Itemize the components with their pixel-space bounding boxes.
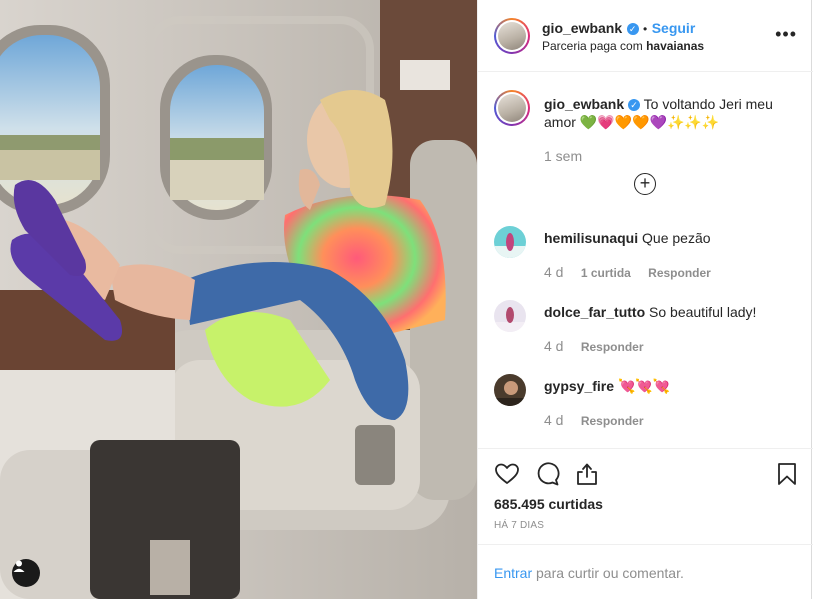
comment-item: hemilisunaqui Que pezão 4 d 1 curtida Re… [494, 226, 794, 286]
heart-icon[interactable] [494, 461, 520, 487]
comment-avatar[interactable] [494, 374, 526, 406]
share-icon[interactable] [574, 461, 600, 487]
reply-button[interactable]: Responder [581, 414, 644, 428]
partnership-prefix: Parceria paga com [542, 39, 643, 53]
caption-username[interactable]: gio_ewbank [544, 96, 624, 112]
comment-username[interactable]: gypsy_fire [544, 378, 614, 394]
caption-text: gio_ewbank ✓ To voltando Jeri meu amor 💚… [544, 95, 794, 131]
comment-meta: 4 d 1 curtida Responder [544, 264, 725, 280]
post-photo[interactable] [0, 0, 477, 599]
login-text: Entrar para curtir ou comentar. [494, 565, 684, 581]
login-suffix: para curtir ou comentar. [536, 565, 684, 581]
post-header: gio_ewbank ✓ • Seguir Parceria paga com … [478, 0, 813, 72]
comment-item: dolce_far_tutto So beautiful lady! 4 d R… [494, 300, 794, 360]
comment-meta: 4 d Responder [544, 412, 658, 428]
comment-avatar[interactable] [494, 226, 526, 258]
comment-username[interactable]: dolce_far_tutto [544, 304, 645, 320]
reply-button[interactable]: Responder [581, 340, 644, 354]
author-username[interactable]: gio_ewbank [542, 20, 622, 36]
comment-likes[interactable]: 1 curtida [581, 266, 631, 280]
caption-time[interactable]: 1 sem [544, 148, 582, 164]
comment-icon[interactable] [534, 461, 560, 487]
photo-illustration [0, 0, 477, 599]
comment-item: gypsy_fire 💘💘💘 4 d Responder [494, 374, 794, 434]
header-separator: • [643, 22, 648, 36]
caption-avatar[interactable] [494, 90, 530, 126]
verified-badge-icon: ✓ [626, 23, 639, 35]
login-link[interactable]: Entrar [494, 565, 532, 581]
comment-text: gypsy_fire 💘💘💘 [544, 377, 794, 395]
comment-time[interactable]: 4 d [544, 338, 563, 354]
posted-time[interactable]: HÁ 7 DIAS [494, 520, 544, 531]
follow-button[interactable]: Seguir [652, 20, 696, 36]
author-line: gio_ewbank ✓ • Seguir [542, 20, 695, 38]
more-options-icon[interactable]: ••• [775, 24, 797, 45]
comment-time[interactable]: 4 d [544, 264, 563, 280]
author-avatar[interactable] [494, 18, 530, 54]
bookmark-icon[interactable] [774, 461, 800, 487]
post-actions: 685.495 curtidas HÁ 7 DIAS [478, 448, 813, 544]
verified-badge-icon: ✓ [628, 99, 641, 111]
comment-text: hemilisunaqui Que pezão [544, 229, 794, 247]
comment-text: dolce_far_tutto So beautiful lady! [544, 303, 794, 321]
reply-button[interactable]: Responder [648, 266, 711, 280]
comment-time[interactable]: 4 d [544, 412, 563, 428]
comment-avatar[interactable] [494, 300, 526, 332]
like-count[interactable]: 685.495 curtidas [494, 496, 603, 512]
comment-meta: 4 d Responder [544, 338, 658, 354]
load-more-comments-icon[interactable]: + [634, 173, 656, 195]
post-sidebar: gio_ewbank ✓ • Seguir Parceria paga com … [477, 0, 813, 599]
comment-body: 💘💘💘 [617, 378, 671, 394]
partner-link[interactable]: havaianas [646, 39, 704, 53]
paid-partnership: Parceria paga com havaianas [542, 39, 704, 53]
comment-username[interactable]: hemilisunaqui [544, 230, 638, 246]
user-tag-icon[interactable] [12, 559, 40, 587]
comment-body: So beautiful lady! [649, 304, 757, 320]
comment-body: Que pezão [642, 230, 711, 246]
login-prompt: Entrar para curtir ou comentar. [478, 544, 813, 599]
